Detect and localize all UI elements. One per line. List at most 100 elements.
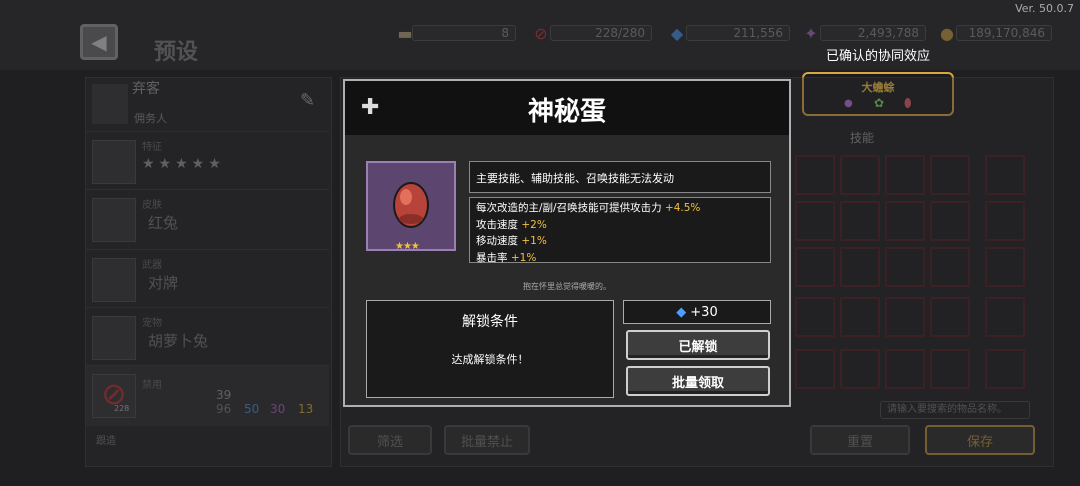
character-panel-content: 弃客 佣务人 ✎ 特征 ★★★★★ 皮肤 红兔 武器 对牌 宠物 胡萝卜兔 ⊘ … (0, 0, 340, 486)
effect-text: 每次改造的主/副/召唤技能可提供攻击力 (476, 202, 665, 214)
pet-value: 胡萝卜兔 (148, 332, 209, 350)
resource-coin: 189,170,846 (956, 25, 1052, 41)
ban-row[interactable]: ⊘ 228 禁用 39 96 50 30 13 (86, 365, 329, 426)
item-cell[interactable] (930, 349, 970, 389)
egg-icon (393, 182, 429, 228)
skin-label: 皮肤 (142, 200, 162, 211)
rarity-stars: ★★★ (395, 241, 420, 252)
item-cell[interactable] (840, 297, 880, 337)
edit-icon[interactable]: ✎ (300, 90, 315, 111)
item-cell[interactable] (840, 201, 880, 241)
batch-claim-button[interactable]: 批量领取 (626, 366, 770, 396)
item-cell[interactable] (985, 297, 1025, 337)
footer-label: 跟造 (96, 436, 116, 447)
item-cell[interactable] (885, 201, 925, 241)
weapon-label: 武器 (142, 260, 162, 271)
item-detail-dialog: ✚ 神秘蛋 ★★★ 主要技能、辅助技能、召唤技能无法发动 每次改造的主/副/召唤… (343, 79, 791, 407)
character-name: 弃客 (132, 81, 160, 97)
item-cell[interactable] (840, 349, 880, 389)
unlock-title: 解锁条件 (462, 314, 518, 330)
unlocked-button[interactable]: 已解锁 (626, 330, 770, 360)
effect-bonus: +4.5% (664, 202, 701, 214)
ban-count: 228 (114, 404, 130, 413)
unlock-condition-box: 解锁条件 达成解锁条件！ (366, 300, 614, 398)
item-cell[interactable] (795, 201, 835, 241)
pet-row[interactable]: 宠物 胡萝卜兔 (86, 307, 329, 364)
item-cell[interactable] (795, 247, 835, 287)
item-cell[interactable] (885, 297, 925, 337)
ban-stat: 50 (244, 402, 260, 416)
coin-icon: ● (940, 23, 954, 43)
search-input[interactable]: 请输入要搜索的物品名称。 (880, 401, 1030, 419)
effect-bonus: +1% (521, 235, 547, 247)
effects-list: 每次改造的主/副/召唤技能可提供攻击力 +4.5% 攻击速度 +2% 移动速度 … (469, 197, 771, 264)
character-portrait (92, 84, 128, 124)
ban-stat: 96 (216, 402, 232, 416)
unlock-desc: 达成解锁条件！ (451, 353, 529, 366)
skin-value: 红兔 (148, 214, 179, 232)
item-cell[interactable] (885, 247, 925, 287)
weapon-value: 对牌 (148, 274, 179, 292)
item-cell[interactable] (985, 201, 1025, 241)
ban-stat: 13 (298, 402, 314, 416)
crystal-icon: ✦ (804, 23, 818, 43)
item-cell[interactable] (840, 155, 880, 195)
effect-bonus: +1% (510, 251, 537, 264)
item-cell[interactable] (930, 155, 970, 195)
effect-line: 移动速度 +1% (476, 233, 764, 250)
trait-label: 特征 (142, 142, 162, 153)
tab-skills[interactable]: 技能 (850, 129, 874, 146)
item-cell[interactable] (985, 155, 1025, 195)
item-cell[interactable] (985, 247, 1025, 287)
skin-row[interactable]: 皮肤 红兔 (86, 189, 329, 246)
item-image-frame (366, 161, 456, 251)
effect-bonus: +2% (521, 218, 547, 231)
item-cell[interactable] (795, 297, 835, 337)
character-class: 佣务人 (134, 112, 167, 125)
resource-scroll: 8 (412, 25, 516, 41)
item-cell[interactable] (885, 349, 925, 389)
effect-text: 暴击率 (476, 251, 511, 264)
effect-line: 攻击速度 +2% (476, 217, 764, 234)
item-cell[interactable] (985, 349, 1025, 389)
resource-crystal: 2,493,788 (820, 25, 926, 41)
effect-line: 暴击率 +1% (476, 250, 764, 267)
trait-stars: ★★★★★ (142, 156, 225, 172)
resource-gem: 211,556 (686, 25, 790, 41)
forbid-icon: ⊘ (534, 23, 548, 43)
dialog-title: 神秘蛋 (527, 97, 606, 127)
weapon-icon (92, 258, 136, 302)
gem-icon: ◆ (676, 304, 687, 320)
dialog-header: ✚ 神秘蛋 (345, 81, 789, 135)
batch-ban-button[interactable]: 批量禁止 (444, 425, 530, 455)
item-cell[interactable] (930, 201, 970, 241)
trait-row[interactable]: 特征 ★★★★★ (86, 131, 329, 188)
reward-amount: +30 (690, 304, 718, 320)
restriction-text: 主要技能、辅助技能、召唤技能无法发动 (469, 161, 771, 193)
ban-total: 39 (216, 388, 232, 402)
reset-button[interactable]: 重置 (810, 425, 910, 455)
skin-icon (92, 198, 136, 242)
version-label: Ver. 50.0.7 (1015, 2, 1074, 15)
filter-button[interactable]: 筛选 (348, 425, 432, 455)
effect-text: 移动速度 (476, 235, 522, 247)
gem-icon: ◆ (670, 23, 684, 43)
ban-label: 禁用 (142, 380, 162, 391)
pet-icon (92, 316, 136, 360)
item-cell[interactable] (885, 155, 925, 195)
save-button[interactable]: 保存 (925, 425, 1035, 455)
ban-stat: 30 (270, 402, 286, 416)
item-cell[interactable] (840, 247, 880, 287)
resource-ban: 228/280 (550, 25, 652, 41)
item-cell[interactable] (930, 247, 970, 287)
synergy-label: 已确认的协同效应 (826, 49, 931, 64)
item-cell[interactable] (930, 297, 970, 337)
item-cell[interactable] (795, 349, 835, 389)
pet-label: 宠物 (142, 318, 162, 329)
trait-icon (92, 140, 136, 184)
item-cell[interactable] (795, 155, 835, 195)
effect-text: 攻击速度 (476, 218, 522, 231)
flavor-text: 抱在怀里总觉得暖暖的。 (523, 282, 611, 291)
reward-display: ◆ +30 (623, 300, 771, 324)
weapon-row[interactable]: 武器 对牌 (86, 249, 329, 306)
